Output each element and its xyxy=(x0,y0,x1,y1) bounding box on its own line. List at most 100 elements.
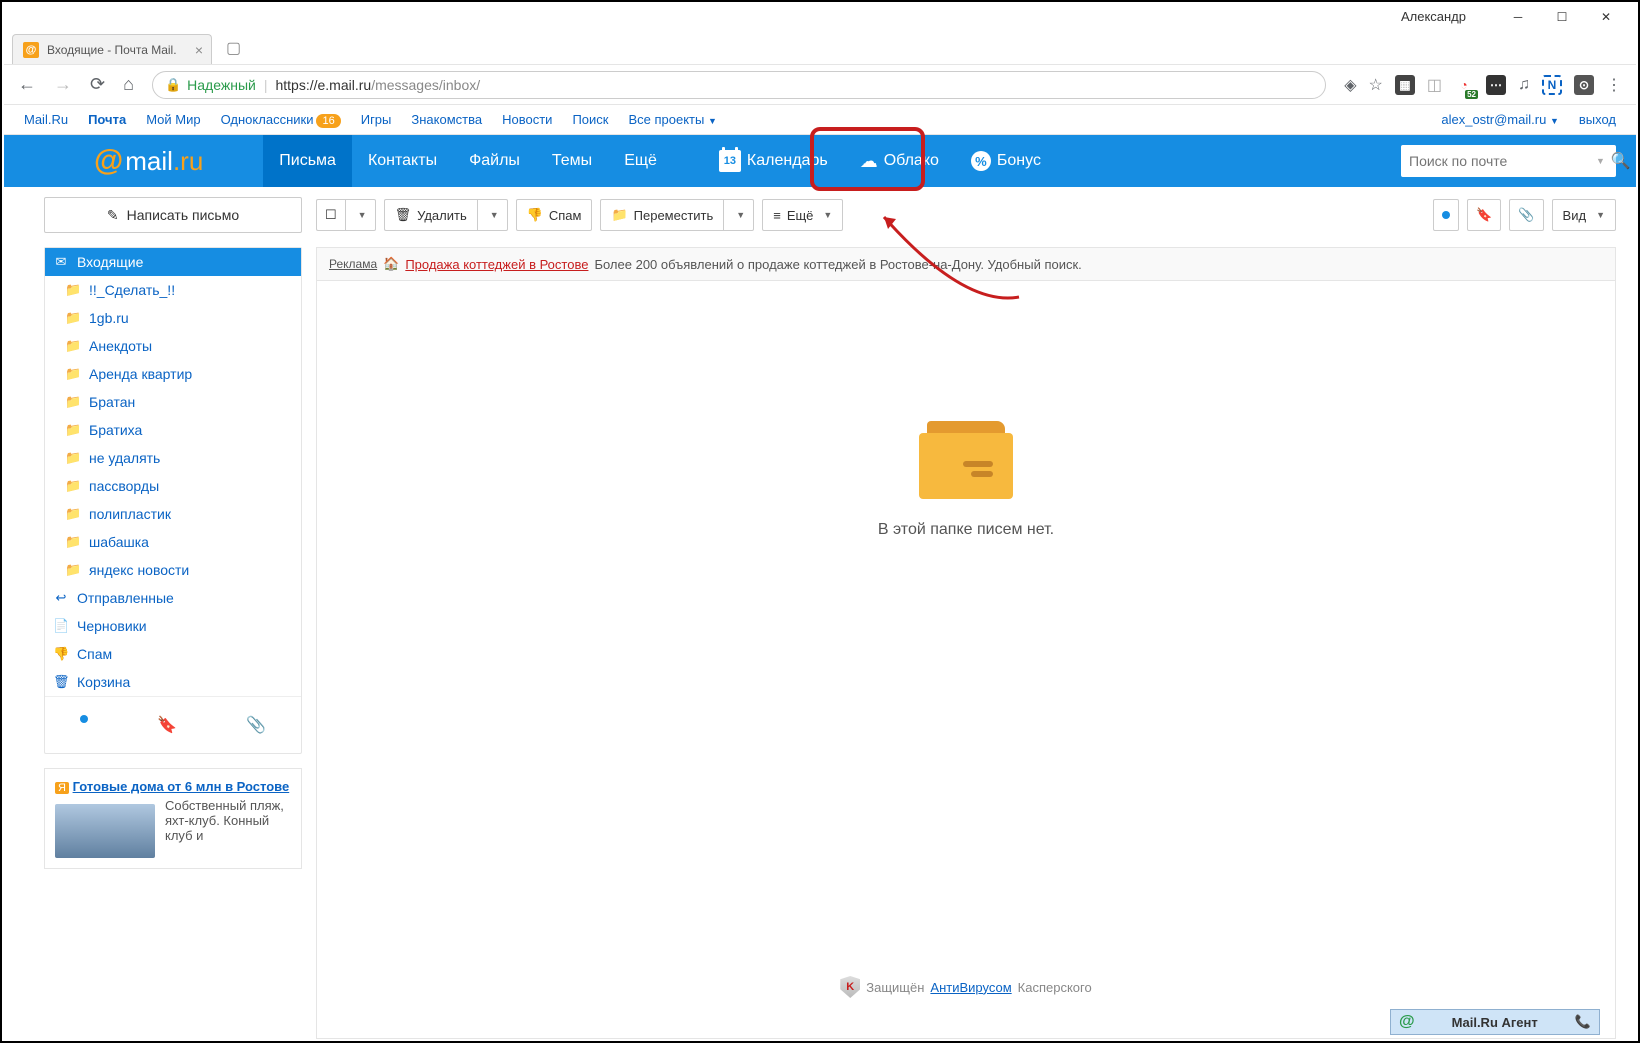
mail-search[interactable]: ▼ 🔍 xyxy=(1401,145,1616,177)
folder-icon: 📁 xyxy=(65,422,81,438)
ad-link[interactable]: Продажа коттеджей в Ростове xyxy=(405,257,588,272)
folder-item[interactable]: 👎Спам xyxy=(45,640,301,668)
search-input[interactable] xyxy=(1409,153,1590,169)
nav-letters[interactable]: Письма xyxy=(263,135,352,187)
agent-label: Mail.Ru Агент xyxy=(1423,1015,1567,1030)
sidebar: ✎ Написать письмо ✉Входящие📁!!_Сделать_!… xyxy=(44,197,302,1039)
select-all-checkbox[interactable]: ☐ xyxy=(316,199,345,231)
flag-toggle[interactable]: 🔖 xyxy=(1467,199,1501,231)
ext-icon-7[interactable]: ⊙ xyxy=(1574,75,1594,95)
home-button[interactable]: ⌂ xyxy=(123,74,134,95)
spam-button[interactable]: 👎Спам xyxy=(516,199,593,231)
calendar-icon: 13 xyxy=(719,150,741,172)
nav-themes[interactable]: Темы xyxy=(536,135,608,187)
portal-link-mymir[interactable]: Мой Мир xyxy=(146,112,200,127)
folder-item[interactable]: 📁яндекс новости xyxy=(45,556,301,584)
attach-toggle[interactable]: 📎 xyxy=(1509,199,1543,231)
portal-link-ok[interactable]: Одноклассники16 xyxy=(221,112,341,127)
folder-label: Черновики xyxy=(77,618,147,634)
folder-item[interactable]: 📁шабашка xyxy=(45,528,301,556)
delete-dropdown[interactable]: ▼ xyxy=(477,199,508,231)
flagged-filter-icon[interactable]: 🔖 xyxy=(157,715,177,735)
tab-close-icon[interactable]: × xyxy=(195,42,203,58)
nav-bonus[interactable]: %Бонус xyxy=(955,135,1057,187)
folder-label: 1gb.ru xyxy=(89,310,129,326)
sidebar-ad[interactable]: Я Готовые дома от 6 млн в Ростове Собств… xyxy=(44,768,302,869)
folder-item[interactable]: 📁Анекдоты xyxy=(45,332,301,360)
folder-item[interactable]: 📁Братиха xyxy=(45,416,301,444)
phone-icon[interactable]: 📞 xyxy=(1575,1014,1591,1030)
portal-link-games[interactable]: Игры xyxy=(361,112,392,127)
lock-icon: 🔒 xyxy=(165,77,181,93)
window-minimize-button[interactable]: ─ xyxy=(1496,4,1540,29)
ext-icon-6[interactable]: N xyxy=(1542,75,1562,95)
ok-badge: 16 xyxy=(316,114,340,128)
new-tab-button[interactable]: ▢ xyxy=(220,32,247,64)
folder-item[interactable]: ↩Отправленные xyxy=(45,584,301,612)
window-maximize-button[interactable]: ☐ xyxy=(1540,4,1584,29)
nav-cloud[interactable]: ☁Облако xyxy=(844,135,955,187)
unread-filter-icon[interactable] xyxy=(80,715,88,723)
address-bar[interactable]: 🔒 Надежный | https://e.mail.ru/messages/… xyxy=(152,71,1326,99)
user-email[interactable]: alex_ostr@mail.ru ▼ xyxy=(1441,112,1559,127)
portal-link-projects[interactable]: Все проекты ▼ xyxy=(628,112,716,127)
folder-item[interactable]: 📁Аренда квартир xyxy=(45,360,301,388)
folder-icon: 👎 xyxy=(53,646,69,662)
folder-label: не удалять xyxy=(89,450,160,466)
nav-more[interactable]: Ещё xyxy=(608,135,673,187)
view-button[interactable]: Вид▼ xyxy=(1552,199,1616,231)
folder-item[interactable]: 📁не удалять xyxy=(45,444,301,472)
folder-icon: 📁 xyxy=(65,394,81,410)
folder-item[interactable]: 📁полипластик xyxy=(45,500,301,528)
ext-icon-5[interactable]: ♫ xyxy=(1518,76,1530,94)
portal-link-dating[interactable]: Знакомства xyxy=(411,112,482,127)
ext-icon-2[interactable]: ◫ xyxy=(1427,75,1442,95)
folder-item[interactable]: 📁!!_Сделать_!! xyxy=(45,276,301,304)
folder-item[interactable]: 📁 Братан xyxy=(45,388,301,416)
portal-link-news[interactable]: Новости xyxy=(502,112,552,127)
attachment-filter-icon[interactable]: 📎 xyxy=(246,715,266,735)
folder-item[interactable]: 🗑Корзина xyxy=(45,668,301,696)
logout-link[interactable]: выход xyxy=(1579,112,1616,127)
eye-icon[interactable]: ◈ xyxy=(1344,75,1356,95)
forward-button[interactable]: → xyxy=(54,74,72,95)
portal-link-mail[interactable]: Почта xyxy=(88,112,126,127)
folder-label: Братан xyxy=(89,394,135,410)
compose-button[interactable]: ✎ Написать письмо xyxy=(44,197,302,233)
reload-button[interactable]: ⟳ xyxy=(90,74,105,95)
portal-link-search[interactable]: Поиск xyxy=(572,112,608,127)
folder-icon: 📁 xyxy=(65,534,81,550)
folder-item[interactable]: 📁пассворды xyxy=(45,472,301,500)
unread-toggle[interactable] xyxy=(1433,199,1459,231)
shield-icon xyxy=(840,976,860,998)
browser-tab[interactable]: @ Входящие - Почта Mail. × xyxy=(12,34,212,64)
search-dropdown-icon[interactable]: ▼ xyxy=(1596,156,1605,166)
select-dropdown[interactable]: ▼ xyxy=(345,199,376,231)
mailru-logo[interactable]: @mail.ru xyxy=(94,144,203,178)
folder-item[interactable]: 📄Черновики xyxy=(45,612,301,640)
ext-icon-3[interactable]: ◔52 xyxy=(1454,75,1474,95)
nav-calendar[interactable]: 13Календарь xyxy=(703,135,844,187)
ext-icon-4[interactable]: ⋯ xyxy=(1486,75,1506,95)
nav-files[interactable]: Файлы xyxy=(453,135,536,187)
window-close-button[interactable]: ✕ xyxy=(1584,4,1628,29)
move-dropdown[interactable]: ▼ xyxy=(723,199,754,231)
menu-icon[interactable]: ⋮ xyxy=(1606,75,1622,95)
top-ad-bar[interactable]: Реклама 🏠 Продажа коттеджей в Ростове Бо… xyxy=(316,247,1616,281)
empty-folder-view: В этой папке писем нет. Защищён АнтиВиру… xyxy=(316,281,1616,1039)
folder-item[interactable]: 📁1gb.ru xyxy=(45,304,301,332)
mailru-agent-bar[interactable]: @ Mail.Ru Агент 📞 xyxy=(1390,1009,1600,1035)
nav-contacts[interactable]: Контакты xyxy=(352,135,453,187)
browser-tab-strip: @ Входящие - Почта Mail. × ▢ xyxy=(4,29,1636,65)
star-icon[interactable]: ☆ xyxy=(1369,75,1383,95)
folder-item[interactable]: ✉Входящие xyxy=(45,248,301,276)
more-button[interactable]: ≡Ещё▼ xyxy=(762,199,843,231)
move-button[interactable]: 📁Переместить xyxy=(600,199,723,231)
antivirus-link[interactable]: АнтиВирусом xyxy=(930,980,1011,995)
ext-icon-1[interactable]: ▦ xyxy=(1395,75,1415,95)
empty-folder-icon xyxy=(919,421,1013,499)
delete-button[interactable]: 🗑Удалить xyxy=(384,199,477,231)
search-icon[interactable]: 🔍 xyxy=(1611,151,1631,171)
back-button[interactable]: ← xyxy=(18,74,36,95)
portal-link-mailru[interactable]: Mail.Ru xyxy=(24,112,68,127)
